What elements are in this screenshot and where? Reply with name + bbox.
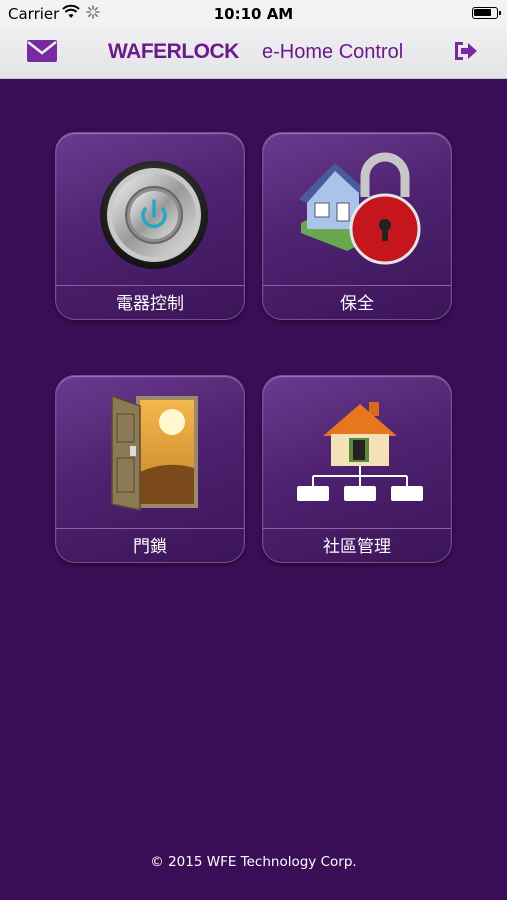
logout-icon[interactable] bbox=[452, 39, 480, 63]
mail-icon[interactable] bbox=[26, 39, 58, 63]
clock: 10:10 AM bbox=[213, 5, 294, 23]
brand-logo: WAFERLOCK bbox=[108, 40, 239, 63]
tile-divider bbox=[263, 285, 451, 286]
copyright-footer: © 2015 WFE Technology Corp. bbox=[150, 854, 357, 870]
power-button-icon bbox=[100, 161, 208, 269]
tile-divider bbox=[56, 528, 244, 529]
tile-security[interactable]: 保全 bbox=[262, 132, 452, 320]
app-title: e-Home Control bbox=[262, 41, 404, 63]
tile-appliance-control[interactable]: 電器控制 bbox=[55, 132, 245, 320]
status-bar: Carrier 10:10 AM bbox=[0, 0, 507, 28]
tile-label: 門鎖 bbox=[133, 537, 167, 557]
tile-label: 電器控制 bbox=[116, 294, 184, 314]
tile-divider bbox=[56, 285, 244, 286]
tile-label: 社區管理 bbox=[323, 537, 391, 557]
tile-community-management[interactable]: 社區管理 bbox=[262, 375, 452, 563]
tile-divider bbox=[263, 528, 451, 529]
open-door-icon bbox=[111, 394, 198, 511]
house-padlock-icon bbox=[299, 152, 421, 265]
tile-door-lock[interactable]: 門鎖 bbox=[55, 375, 245, 563]
tile-label: 保全 bbox=[340, 294, 374, 314]
nav-bar: WAFERLOCK e-Home Control bbox=[0, 28, 507, 79]
battery-icon bbox=[472, 7, 501, 19]
community-network-icon bbox=[297, 402, 423, 501]
